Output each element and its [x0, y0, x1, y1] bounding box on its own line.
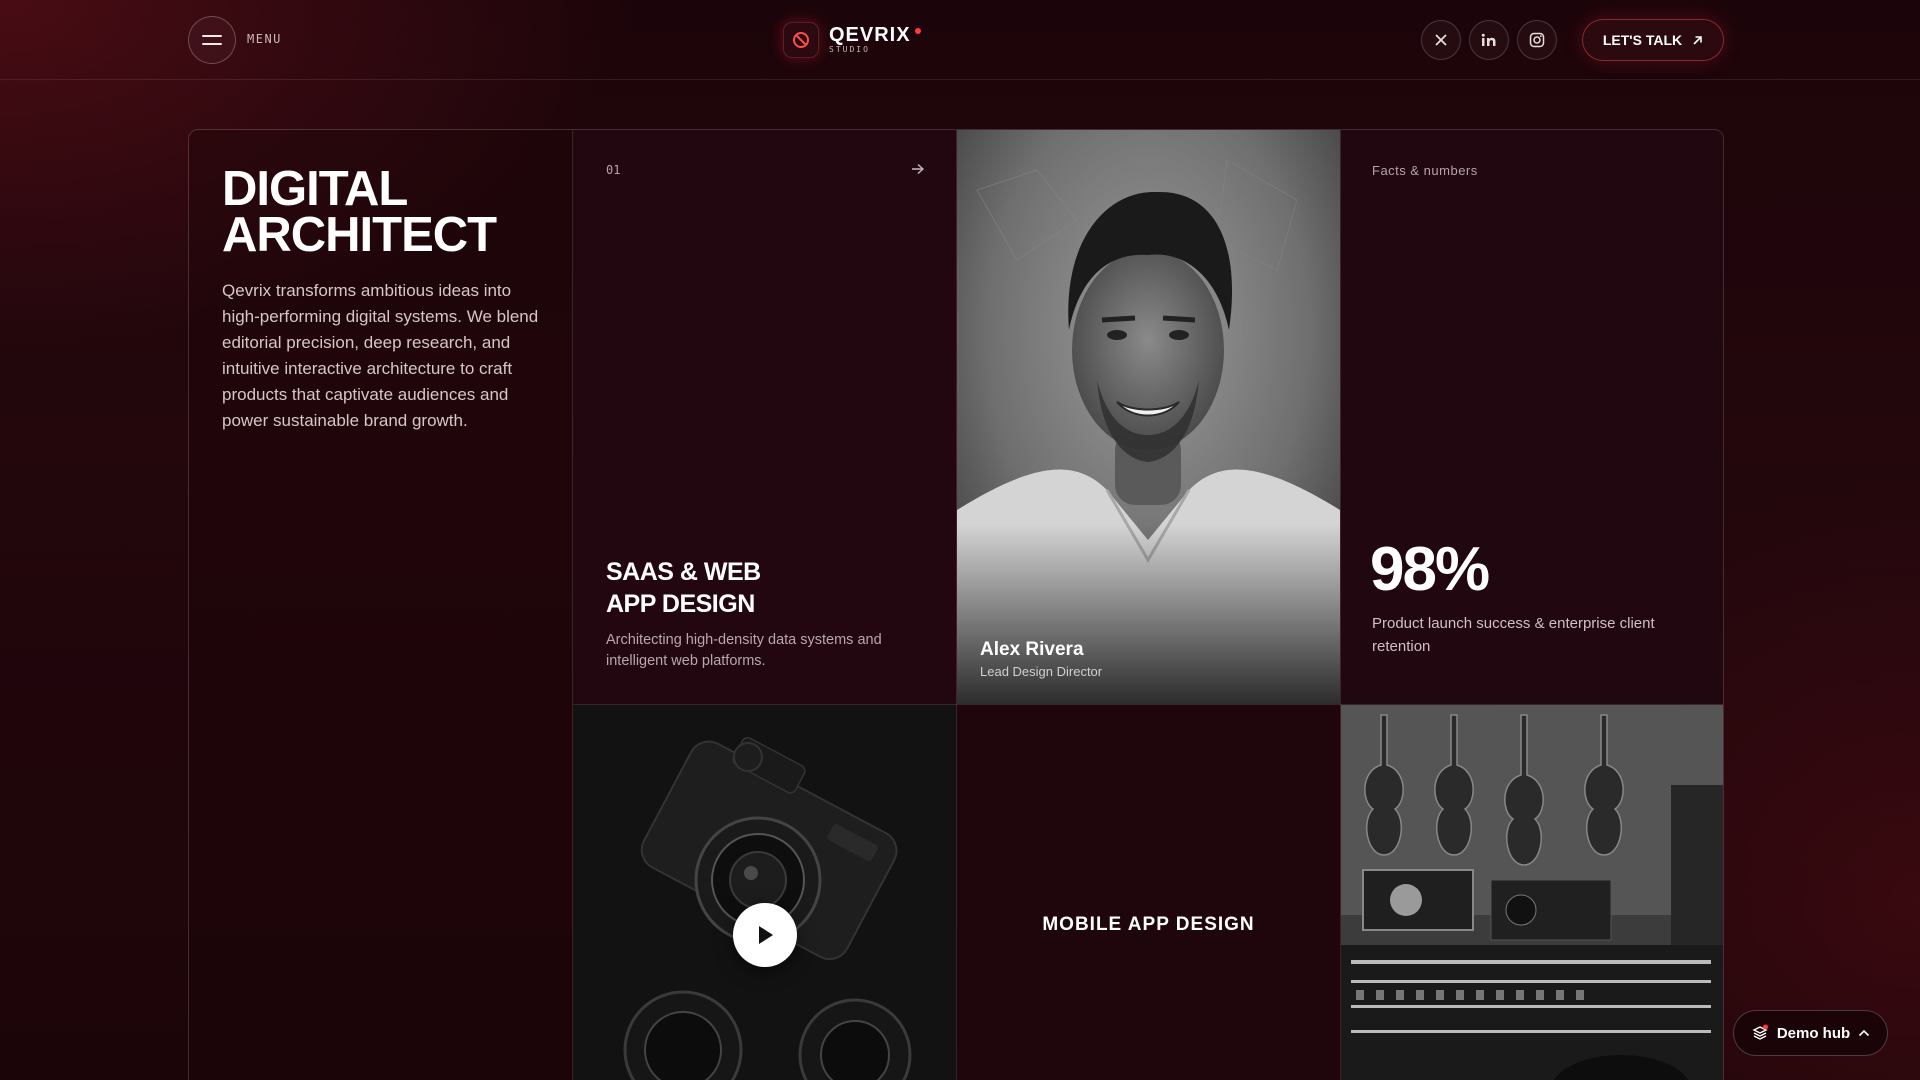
hero-title: DIGITAL ARCHITECT — [222, 165, 552, 260]
mobile-service-title: MOBILE APP DESIGN — [1042, 914, 1255, 935]
play-icon — [759, 926, 773, 944]
grid-divider — [956, 130, 957, 1080]
service-title-line2: APP DESIGN — [606, 590, 755, 618]
service-number: 01 — [606, 163, 621, 177]
x-icon — [1435, 34, 1447, 46]
logo-mark-icon — [783, 22, 819, 58]
chevron-up-icon — [1859, 1029, 1870, 1037]
hero-title-line2: ARCHITECT — [222, 208, 497, 262]
social-x-button[interactable] — [1421, 20, 1461, 60]
demo-hub-button[interactable]: Demo hub — [1733, 1010, 1888, 1056]
stats-card: Facts & numbers 98% Product launch succe… — [1341, 130, 1723, 704]
lets-talk-label: LET'S TALK — [1602, 32, 1683, 48]
linkedin-icon — [1481, 33, 1496, 46]
menu-label[interactable]: MENU — [247, 32, 282, 46]
logo-dot-icon — [914, 28, 921, 34]
social-linkedin-button[interactable] — [1469, 20, 1509, 60]
studio-photo-card — [1341, 705, 1723, 1080]
logo-subtitle: STUDIO — [829, 45, 870, 54]
service-card-mobile[interactable]: MOBILE APP DESIGN — [957, 705, 1340, 1080]
social-links — [1421, 20, 1557, 60]
layers-icon — [1752, 1024, 1768, 1040]
camera-photo — [573, 705, 956, 1080]
stats-description: Product launch success & enterprise clie… — [1372, 615, 1655, 655]
site-header: MENU QEVRIX STUDIO LET'S TALK — [0, 0, 1920, 80]
service-card-saas[interactable]: 01 SAAS & WEB APP DESIGN Architecting hi… — [573, 130, 956, 704]
profile-name: Alex Rivera — [980, 639, 1084, 660]
service-description: Architecting high-density data systems a… — [606, 632, 882, 669]
grid-divider — [1340, 130, 1341, 1080]
service-title-line1: SAAS & WEB — [606, 558, 761, 586]
studio-photo — [1341, 705, 1723, 1080]
demo-hub-label: Demo hub — [1776, 1024, 1851, 1042]
logo-name: QEVRIX — [829, 24, 911, 46]
intro-description: Qevrix transforms ambitious ideas into h… — [222, 281, 539, 430]
profile-role: Lead Design Director — [980, 664, 1103, 679]
arrow-up-right-icon — [1693, 35, 1702, 45]
menu-button[interactable] — [188, 16, 236, 64]
team-profile-card: Alex Rivera Lead Design Director — [957, 130, 1340, 704]
brand-logo[interactable]: QEVRIX STUDIO — [783, 20, 921, 60]
grid-divider — [572, 130, 573, 1080]
hamburger-icon — [202, 35, 222, 45]
intro-panel: DIGITAL ARCHITECT Qevrix transforms ambi… — [189, 130, 572, 1080]
stats-label: Facts & numbers — [1372, 163, 1478, 178]
play-video-button[interactable] — [733, 903, 797, 967]
social-instagram-button[interactable] — [1517, 20, 1557, 60]
arrow-right-icon — [912, 163, 924, 175]
lets-talk-button[interactable]: LET'S TALK — [1582, 19, 1724, 61]
service-title: SAAS & WEB APP DESIGN — [606, 556, 906, 620]
instagram-icon — [1529, 32, 1545, 48]
bento-grid: DIGITAL ARCHITECT Qevrix transforms ambi… — [188, 129, 1724, 1080]
grid-divider — [573, 704, 1723, 705]
stats-value: 98% — [1370, 535, 1490, 604]
video-card[interactable] — [573, 705, 956, 1080]
